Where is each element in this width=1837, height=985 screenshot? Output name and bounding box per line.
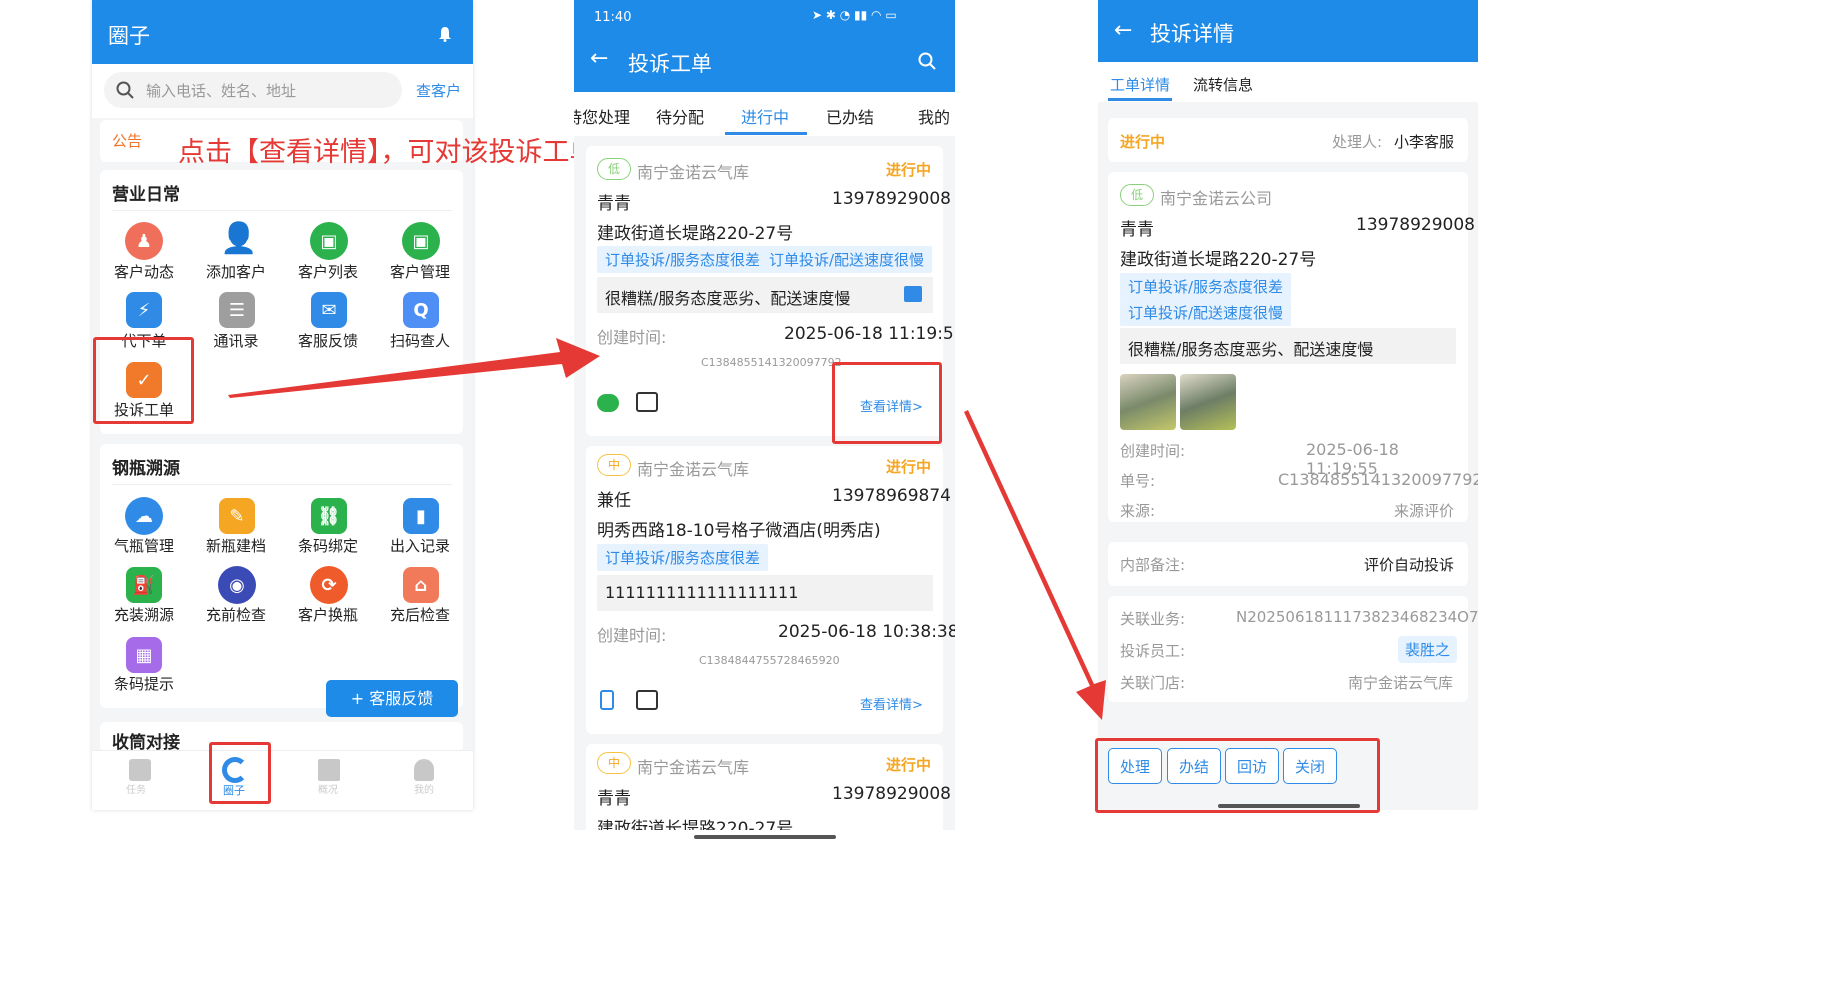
- arrow-to-middle: [228, 338, 600, 398]
- arrow-overlay: [228, 338, 1106, 720]
- arrow-to-right: [964, 410, 1106, 720]
